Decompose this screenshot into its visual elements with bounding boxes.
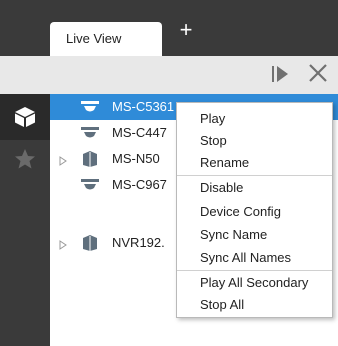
menu-separator [177,175,332,176]
tab-label: Live View [66,31,122,46]
menu-item-disable[interactable]: Disable [177,177,332,199]
device-cube-icon [15,107,35,127]
menu-item-sync-all-names[interactable]: Sync All Names [177,247,332,269]
nvr-icon [80,234,100,252]
expand-arrow-icon[interactable] [59,238,67,250]
context-menu: Play Stop Rename Disable Device Config S… [176,102,333,318]
menu-item-device-config[interactable]: Device Config [177,201,332,223]
dome-camera-icon [80,176,100,194]
nvr-icon [80,150,100,168]
tab-live-view[interactable]: Live View [50,22,162,56]
menu-item-stop-all[interactable]: Stop All [177,294,332,316]
menu-separator [177,270,332,271]
star-icon[interactable] [13,148,37,170]
expand-arrow-icon[interactable] [59,154,67,166]
dome-camera-icon [80,98,100,116]
device-label: MS-C447 [112,125,167,140]
device-label: MS-C5361 [112,99,175,114]
device-label: MS-N50 [112,151,160,166]
sidebar-item-devices[interactable] [0,94,50,140]
menu-item-rename[interactable]: Rename [177,152,332,174]
menu-item-play[interactable]: Play [177,108,332,130]
close-icon[interactable] [307,62,329,84]
play-panel-icon[interactable] [270,63,290,85]
add-tab-button[interactable]: + [176,19,196,41]
menu-item-play-all-secondary[interactable]: Play All Secondary [177,272,332,294]
device-label: MS-C967 [112,177,167,192]
menu-item-sync-name[interactable]: Sync Name [177,224,332,246]
menu-item-stop[interactable]: Stop [177,130,332,152]
device-label: NVR192. [112,235,165,250]
dome-camera-icon [80,124,100,142]
